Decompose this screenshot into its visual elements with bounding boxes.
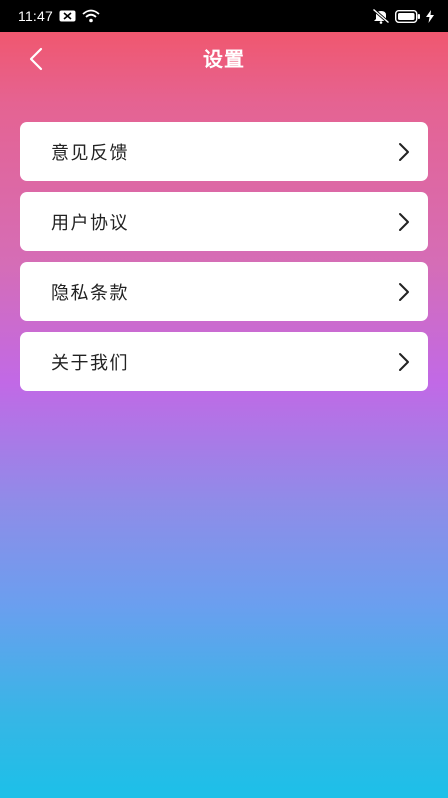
mute-icon <box>372 8 390 24</box>
menu-item-user-agreement[interactable]: 用户协议 <box>20 192 428 251</box>
menu-item-label: 隐私条款 <box>51 282 129 304</box>
menu-item-label: 用户协议 <box>51 212 129 234</box>
menu-item-label: 关于我们 <box>51 352 129 374</box>
status-left: 11:47 <box>18 8 100 24</box>
page-title: 设置 <box>203 47 245 71</box>
wifi-icon <box>82 9 100 23</box>
menu-item-feedback[interactable]: 意见反馈 <box>20 122 428 181</box>
header: 设置 <box>0 32 448 86</box>
status-time: 11:47 <box>18 8 53 24</box>
charging-icon <box>426 9 434 23</box>
status-right <box>372 8 434 24</box>
chevron-right-icon <box>398 212 410 232</box>
menu-item-label: 意见反馈 <box>51 142 129 164</box>
chevron-right-icon <box>398 282 410 302</box>
settings-screen: 11:47 设置 意见反馈 用户协议 隐私条款 关于我们 <box>0 0 448 798</box>
back-button[interactable] <box>18 42 54 76</box>
chevron-right-icon <box>398 142 410 162</box>
chevron-right-icon <box>398 352 410 372</box>
notification-icon <box>59 10 76 22</box>
status-bar: 11:47 <box>0 0 448 32</box>
settings-menu: 意见反馈 用户协议 隐私条款 关于我们 <box>20 122 428 402</box>
chevron-left-icon <box>29 47 43 71</box>
battery-icon <box>395 9 421 23</box>
menu-item-privacy-policy[interactable]: 隐私条款 <box>20 262 428 321</box>
menu-item-about-us[interactable]: 关于我们 <box>20 332 428 391</box>
